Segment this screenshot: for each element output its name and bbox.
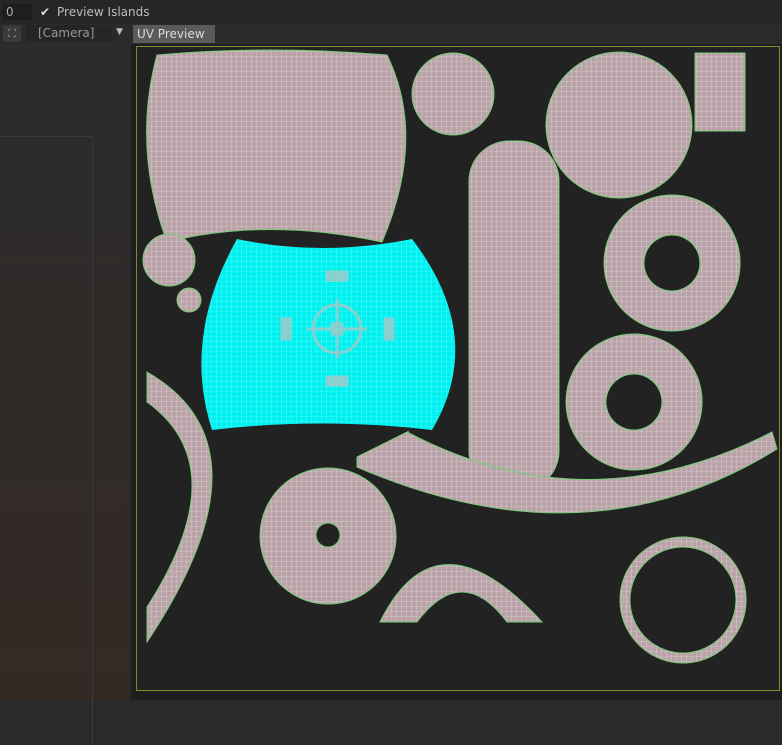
fit-view-icon[interactable]: ⛶ bbox=[3, 25, 21, 42]
uv-island bbox=[380, 565, 542, 623]
tab-uv-preview[interactable]: UV Preview bbox=[133, 25, 215, 43]
panel-frame bbox=[0, 136, 93, 745]
uv-island bbox=[357, 431, 777, 513]
value-field[interactable]: 0 bbox=[2, 4, 32, 20]
preview-islands-label: Preview Islands bbox=[57, 5, 149, 19]
uv-island bbox=[147, 50, 406, 242]
uv-canvas[interactable] bbox=[136, 46, 780, 691]
camera-dropdown[interactable]: [Camera] bbox=[26, 25, 112, 42]
uv-island bbox=[260, 468, 396, 604]
preview-islands-checkbox[interactable]: ✔ bbox=[40, 5, 50, 19]
uv-island bbox=[143, 234, 195, 286]
uv-island bbox=[566, 334, 702, 470]
uv-island bbox=[177, 288, 201, 312]
uv-island bbox=[412, 53, 494, 135]
chevron-down-icon[interactable]: ▼ bbox=[116, 27, 123, 37]
uv-island bbox=[604, 195, 740, 331]
top-toolbar: 0 ✔ Preview Islands bbox=[0, 0, 782, 24]
uv-islands bbox=[137, 47, 779, 690]
uv-island bbox=[546, 52, 692, 198]
selected-uv-island bbox=[201, 239, 455, 430]
uv-island bbox=[620, 537, 746, 663]
uv-island bbox=[147, 372, 212, 642]
uv-island bbox=[469, 141, 559, 491]
left-panel bbox=[0, 44, 129, 700]
uv-island bbox=[695, 53, 745, 131]
